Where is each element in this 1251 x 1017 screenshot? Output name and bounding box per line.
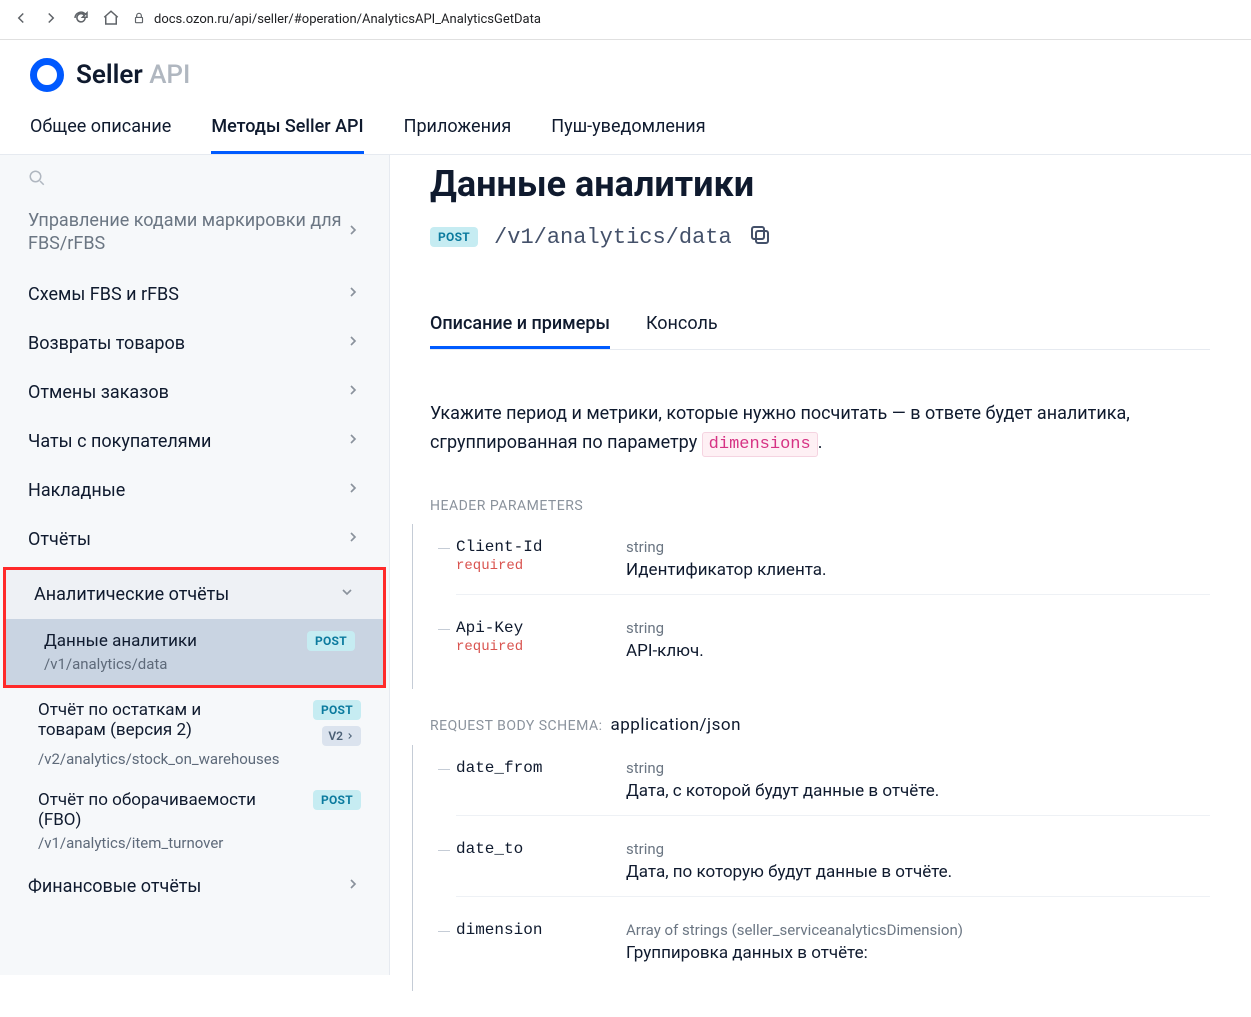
version-badge: V2 xyxy=(322,726,361,746)
page-title: Данные аналитики xyxy=(430,163,1210,205)
nav-tab-methods[interactable]: Методы Seller API xyxy=(211,102,363,154)
logo-row: Seller API xyxy=(0,40,1251,102)
sidebar-item-chats[interactable]: Чаты с покупателями xyxy=(0,417,389,466)
sidebar-search[interactable] xyxy=(0,155,389,195)
param-date-to: date_to string Дата, по которую будут да… xyxy=(456,840,1210,897)
sidebar-item-markirovka[interactable]: Управление кодами маркировки для FBS/rFB… xyxy=(0,195,389,270)
tab-description[interactable]: Описание и примеры xyxy=(430,301,610,349)
sidebar: Управление кодами маркировки для FBS/rFB… xyxy=(0,155,390,975)
sidebar-item-analytics-reports[interactable]: Аналитические отчёты xyxy=(6,570,383,619)
chevron-down-icon xyxy=(339,584,355,605)
nav-reload-icon[interactable] xyxy=(72,9,90,31)
logo-text: Seller API xyxy=(76,60,190,90)
param-date-from: date_from string Дата, с которой будут д… xyxy=(456,759,1210,816)
chevron-right-icon xyxy=(345,876,361,897)
param-dimension: dimension Array of strings (seller_servi… xyxy=(456,921,1210,977)
method-badge: POST xyxy=(307,631,355,651)
sidebar-subitem-turnover[interactable]: Отчёт по оборачиваемости (FBO) POST /v1/… xyxy=(0,778,389,862)
nav-tab-apps[interactable]: Приложения xyxy=(404,102,512,154)
chevron-right-icon xyxy=(345,529,361,550)
sidebar-subitem-stock[interactable]: Отчёт по остаткам и товарам (версия 2) P… xyxy=(0,688,389,778)
nav-forward-icon[interactable] xyxy=(42,9,60,31)
param-client-id: Client-Id required string Идентификатор … xyxy=(456,538,1210,595)
tab-console[interactable]: Консоль xyxy=(646,301,718,349)
url-bar[interactable]: docs.ozon.ru/api/seller/#operation/Analy… xyxy=(132,11,1239,29)
description-text: Укажите период и метрики, которые нужно … xyxy=(430,400,1210,458)
chevron-right-icon xyxy=(345,333,361,354)
browser-toolbar: docs.ozon.ru/api/seller/#operation/Analy… xyxy=(0,0,1251,40)
sidebar-item-returns[interactable]: Возвраты товаров xyxy=(0,319,389,368)
nav-tab-push[interactable]: Пуш-уведомления xyxy=(551,102,705,154)
url-text: docs.ozon.ru/api/seller/#operation/Analy… xyxy=(154,12,541,27)
header-params-label: HEADER PARAMETERS xyxy=(430,498,1210,514)
nav-back-icon[interactable] xyxy=(12,9,30,31)
main-nav: Общее описание Методы Seller API Приложе… xyxy=(0,102,1251,155)
sidebar-subitem-analytics-data[interactable]: Данные аналитики POST /v1/analytics/data xyxy=(6,619,383,685)
chevron-right-icon xyxy=(345,382,361,403)
code-inline: dimensions xyxy=(702,432,818,457)
chevron-right-icon xyxy=(345,222,361,243)
endpoint-path: /v1/analytics/data xyxy=(494,225,732,250)
chevron-right-icon xyxy=(345,480,361,501)
search-icon xyxy=(28,169,46,187)
body-schema-label: REQUEST BODY SCHEMA:application/json xyxy=(430,715,1210,735)
sidebar-item-fbs[interactable]: Схемы FBS и rFBS xyxy=(0,270,389,319)
content-tabs: Описание и примеры Консоль xyxy=(430,301,1210,350)
chevron-right-icon xyxy=(345,284,361,305)
lock-icon xyxy=(132,11,146,29)
sidebar-item-cancels[interactable]: Отмены заказов xyxy=(0,368,389,417)
method-badge: POST xyxy=(313,700,361,720)
sidebar-item-finance[interactable]: Финансовые отчёты xyxy=(0,862,389,911)
method-badge: POST xyxy=(313,790,361,810)
nav-home-icon[interactable] xyxy=(102,9,120,31)
param-api-key: Api-Key required string API-ключ. xyxy=(456,619,1210,675)
nav-tab-overview[interactable]: Общее описание xyxy=(30,102,171,154)
copy-icon[interactable] xyxy=(748,223,772,251)
main-content: Данные аналитики POST /v1/analytics/data… xyxy=(390,155,1250,1017)
chevron-right-icon xyxy=(345,431,361,452)
sidebar-item-waybills[interactable]: Накладные xyxy=(0,466,389,515)
sidebar-highlight-box: Аналитические отчёты Данные аналитики PO… xyxy=(3,567,386,688)
logo-icon xyxy=(30,58,64,92)
sidebar-item-reports[interactable]: Отчёты xyxy=(0,515,389,564)
method-badge: POST xyxy=(430,227,478,247)
